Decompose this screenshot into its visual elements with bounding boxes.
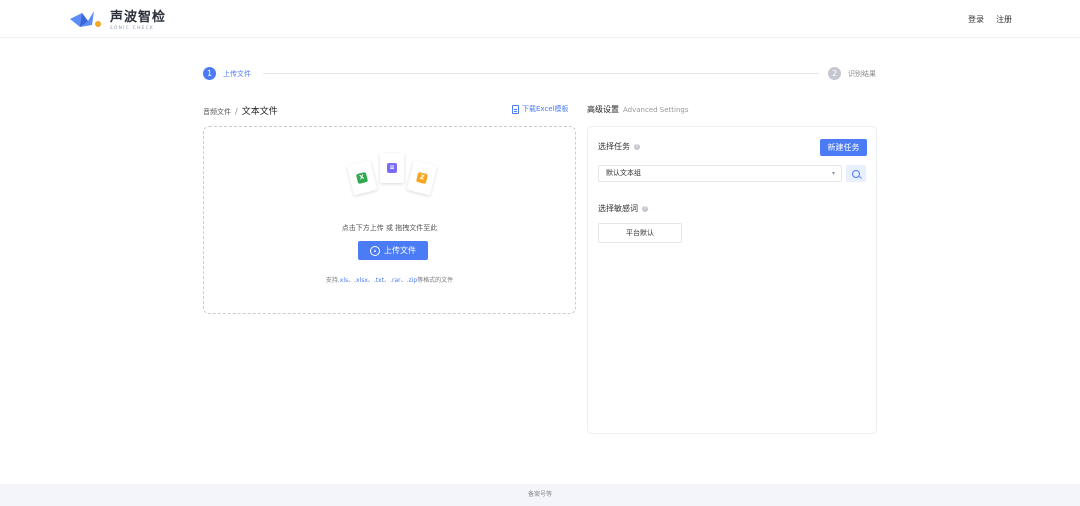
task-select[interactable]: 默认文本组 ▾ (598, 165, 842, 182)
chevron-down-icon: ▾ (831, 170, 835, 177)
doc-file-icon: ≡ (380, 153, 404, 183)
files-illustration: X ≡ Z (344, 151, 440, 197)
logo-text: 声波智检 (110, 9, 167, 25)
task-select-value: 默认文本组 (606, 169, 641, 177)
breadcrumb-audio-files[interactable]: 音频文件 (203, 107, 231, 117)
supported-formats: 支持.xls、.xlsx、.txt、.rar、.zip等格式的文件 (325, 277, 454, 284)
footer: 备案号等 (0, 484, 1080, 506)
step-1-indicator: 1 (203, 67, 216, 80)
platform-default-button[interactable]: 平台默认 (598, 223, 682, 243)
step-connector (263, 73, 819, 74)
bird-logo-icon (68, 9, 104, 31)
task-search-button[interactable] (846, 165, 866, 182)
document-icon (512, 104, 519, 114)
step-1-label: 上传文件 (223, 70, 251, 78)
upload-cloud-icon (370, 245, 380, 256)
logo[interactable]: 声波智检 SONIC CHECK (68, 8, 166, 32)
advanced-settings-panel: 选择任务 ? 新建任务 默认文本组 ▾ 选择敏感词 ? 平台默认 (587, 126, 877, 434)
upload-file-button[interactable]: 上传文件 (358, 241, 428, 260)
breadcrumb-separator: / (235, 107, 238, 116)
file-dropzone[interactable]: X ≡ Z 点击下方上传 或 拖拽文件至此 上传文件 支持.xls、.xlsx、… (203, 126, 576, 314)
search-icon (852, 169, 860, 178)
auth-links: 登录 注册 (968, 14, 1012, 25)
excel-file-icon: X (346, 160, 378, 196)
step-2-indicator: 2 (828, 67, 841, 80)
advanced-settings-title: 高级设置 Advanced Settings (587, 105, 689, 114)
select-sensitive-words-label: 选择敏感词 ? (598, 204, 648, 213)
breadcrumb: 音频文件 / 文本文件 (203, 104, 278, 117)
format-extensions: .xls、.xlsx、.txt、.rar、.zip (337, 277, 418, 284)
zip-file-icon: Z (406, 160, 438, 196)
help-icon[interactable]: ? (642, 205, 648, 212)
help-icon[interactable]: ? (634, 143, 640, 150)
step-2-label: 识别结果 (848, 70, 876, 78)
drop-hint: 点击下方上传 或 拖拽文件至此 (341, 224, 438, 232)
breadcrumb-text-files: 文本文件 (241, 107, 278, 117)
new-task-button[interactable]: 新建任务 (820, 139, 867, 156)
top-header: 声波智检 SONIC CHECK 登录 注册 (0, 0, 1080, 38)
download-template-link[interactable]: 下载Excel模板 (512, 104, 569, 114)
download-template-label: 下载Excel模板 (522, 105, 569, 113)
footer-text: 备案号等 (527, 491, 552, 498)
register-link[interactable]: 注册 (996, 14, 1012, 25)
select-task-label: 选择任务 ? (598, 142, 640, 151)
progress-steps: 1 上传文件 2 识别结果 (203, 67, 878, 81)
logo-subtext: SONIC CHECK (110, 24, 155, 30)
login-link[interactable]: 登录 (968, 14, 984, 25)
upload-file-label: 上传文件 (384, 246, 416, 255)
